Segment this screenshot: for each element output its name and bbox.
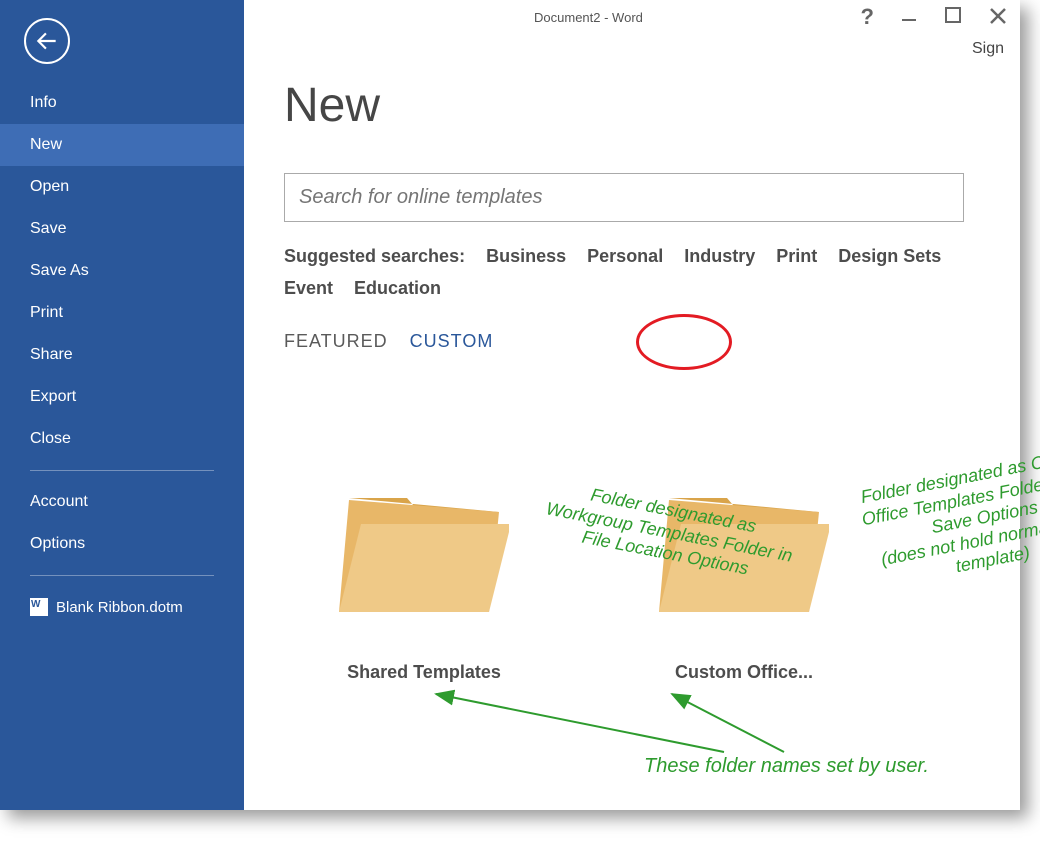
sidebar-item-save-as[interactable]: Save As bbox=[0, 250, 244, 292]
suggested-link-business[interactable]: Business bbox=[486, 246, 566, 266]
template-tile-shared[interactable]: Shared Templates bbox=[324, 482, 524, 683]
suggested-link-personal[interactable]: Personal bbox=[587, 246, 663, 266]
sidebar-item-open[interactable]: Open bbox=[0, 166, 244, 208]
tab-custom[interactable]: CUSTOM bbox=[410, 331, 494, 352]
word-document-icon bbox=[30, 598, 48, 616]
back-button[interactable] bbox=[24, 18, 70, 64]
main-content: Document2 - Word ? Sign New Suggested se… bbox=[244, 0, 1020, 810]
tab-featured[interactable]: FEATURED bbox=[284, 331, 388, 352]
sidebar-item-save[interactable]: Save bbox=[0, 208, 244, 250]
suggested-label: Suggested searches: bbox=[284, 246, 465, 266]
window-title: Document2 - Word bbox=[534, 10, 643, 25]
page-title: New bbox=[284, 78, 1020, 133]
annotation-bottom: These folder names set by user. bbox=[644, 755, 929, 778]
template-tabs: FEATURED CUSTOM bbox=[284, 331, 1020, 352]
sidebar-item-account[interactable]: Account bbox=[0, 481, 244, 523]
sidebar-item-print[interactable]: Print bbox=[0, 292, 244, 334]
sidebar-separator bbox=[30, 470, 214, 471]
close-button[interactable] bbox=[984, 4, 1012, 32]
app-window: Info New Open Save Save As Print Share E… bbox=[0, 0, 1020, 810]
titlebar: Document2 - Word ? bbox=[244, 0, 1020, 34]
sidebar-item-share[interactable]: Share bbox=[0, 334, 244, 376]
search-input[interactable] bbox=[284, 173, 964, 222]
arrow-left-icon bbox=[34, 28, 60, 54]
folder-icon bbox=[659, 482, 829, 622]
folder-icon bbox=[339, 482, 509, 622]
close-icon bbox=[988, 6, 1008, 26]
sidebar-item-new[interactable]: New bbox=[0, 124, 244, 166]
templates-row: Shared Templates Custom Office... bbox=[284, 482, 1020, 683]
template-label: Shared Templates bbox=[347, 662, 501, 683]
suggested-link-print[interactable]: Print bbox=[776, 246, 817, 266]
window-controls: ? bbox=[857, 4, 1012, 32]
maximize-button[interactable] bbox=[940, 4, 966, 30]
sidebar-item-export[interactable]: Export bbox=[0, 376, 244, 418]
suggested-link-design-sets[interactable]: Design Sets bbox=[838, 246, 941, 266]
suggested-link-education[interactable]: Education bbox=[354, 278, 441, 298]
sidebar-item-options[interactable]: Options bbox=[0, 523, 244, 565]
sidebar-item-info[interactable]: Info bbox=[0, 82, 244, 124]
minimize-icon bbox=[900, 6, 918, 24]
maximize-icon bbox=[944, 6, 962, 24]
suggested-link-industry[interactable]: Industry bbox=[684, 246, 755, 266]
suggested-link-event[interactable]: Event bbox=[284, 278, 333, 298]
sidebar-separator-2 bbox=[30, 575, 214, 576]
help-button[interactable]: ? bbox=[857, 4, 878, 30]
sign-in-link[interactable]: Sign bbox=[972, 40, 1020, 58]
suggested-searches: Suggested searches: Business Personal In… bbox=[284, 240, 974, 305]
template-label: Custom Office... bbox=[675, 662, 813, 683]
recent-file-item[interactable]: Blank Ribbon.dotm bbox=[0, 586, 244, 628]
backstage-sidebar: Info New Open Save Save As Print Share E… bbox=[0, 0, 244, 810]
sidebar-item-close[interactable]: Close bbox=[0, 418, 244, 460]
template-tile-custom-office[interactable]: Custom Office... bbox=[644, 482, 844, 683]
recent-file-label: Blank Ribbon.dotm bbox=[56, 599, 183, 616]
minimize-button[interactable] bbox=[896, 4, 922, 30]
template-search bbox=[284, 173, 964, 222]
